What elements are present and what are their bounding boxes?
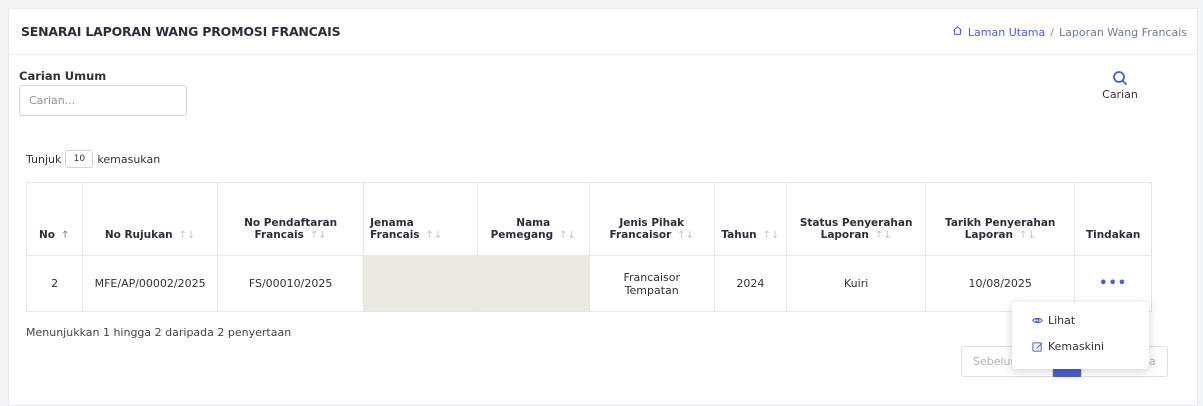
page-length-select[interactable]: 10 [65, 150, 94, 168]
show-entries: Tunjuk 10 kemasukan [26, 150, 160, 168]
cell-tahun: 2024 [713, 255, 788, 312]
column-header-tindakan: Tindakan [1074, 182, 1152, 256]
cell-nama-pemegang-redacted [476, 255, 590, 312]
eye-icon [1032, 315, 1043, 326]
page-title: SENARAI LAPORAN WANG PROMOSI FRANCAIS [21, 24, 341, 39]
column-header-tahun[interactable]: Tahun ↑↓ [713, 182, 788, 256]
cell-no-rujukan: MFE/AP/00002/2025 [82, 255, 219, 312]
menu-item-lihat-label: Lihat [1048, 314, 1076, 327]
table-info: Menunjukkan 1 hingga 2 daripada 2 penyer… [26, 326, 292, 339]
menu-item-kemaskini[interactable]: Kemaskini [1032, 340, 1104, 353]
search-button-label: Carian [1102, 88, 1138, 101]
column-header-tarikh[interactable]: Tarikh Penyerahan Laporan ↑↓ [925, 182, 1076, 256]
edit-icon [1032, 341, 1043, 352]
show-entries-prefix: Tunjuk [26, 152, 62, 166]
card-header: SENARAI LAPORAN WANG PROMOSI FRANCAIS La… [9, 9, 1197, 55]
actions-dropdown-menu: Lihat Kemaskini [1012, 302, 1149, 369]
show-entries-suffix: kemasukan [97, 152, 161, 166]
column-header-status[interactable]: Status Penyerahan Laporan ↑↓ [786, 182, 927, 256]
breadcrumb-current: Laporan Wang Francais [1058, 25, 1187, 39]
breadcrumb: Laman Utama / Laporan Wang Francais [952, 25, 1187, 39]
column-header-jenama[interactable]: Jenama Francais ↑↓ [363, 182, 478, 256]
column-header-no[interactable]: No ↑ [25, 182, 84, 256]
column-header-no-pendaftaran[interactable]: No Pendaftaran Francais ↑↓ [217, 182, 365, 256]
cell-jenama-redacted [363, 255, 478, 312]
column-header-jenis-pihak[interactable]: Jenis Pihak Francaisor ↑↓ [588, 182, 715, 256]
search-button[interactable]: Carian [1095, 70, 1145, 101]
more-actions-button[interactable]: ••• [1099, 276, 1127, 291]
cell-jenis-pihak: Francaisor Tempatan [588, 255, 715, 312]
breadcrumb-separator: / [1050, 25, 1054, 39]
search-label: Carian Umum [19, 69, 107, 83]
cell-status: Kuiri [786, 255, 927, 312]
table-row: 2 MFE/AP/00002/2025 FS/00010/2025 Franca… [25, 255, 1152, 312]
breadcrumb-home-link[interactable]: Laman Utama [968, 26, 1045, 39]
report-table: No ↑ No Rujukan ↑↓ No Pendaftaran Francais… [25, 182, 1152, 312]
table-header-row: No ↑ No Rujukan ↑↓ No Pendaftaran Francais… [25, 182, 1152, 256]
menu-item-lihat[interactable]: Lihat [1032, 314, 1075, 327]
cell-no-pendaftaran: FS/00010/2025 [217, 255, 365, 312]
search-input[interactable] [19, 85, 187, 116]
menu-item-kemaskini-label: Kemaskini [1048, 340, 1105, 353]
search-icon [1095, 70, 1145, 86]
cell-no: 2 [25, 255, 84, 312]
column-header-nama-pemegang[interactable]: Nama Pemegang ↑↓ [476, 182, 590, 256]
home-icon [952, 25, 963, 39]
column-header-no-rujukan[interactable]: No Rujukan ↑↓ [82, 182, 219, 256]
